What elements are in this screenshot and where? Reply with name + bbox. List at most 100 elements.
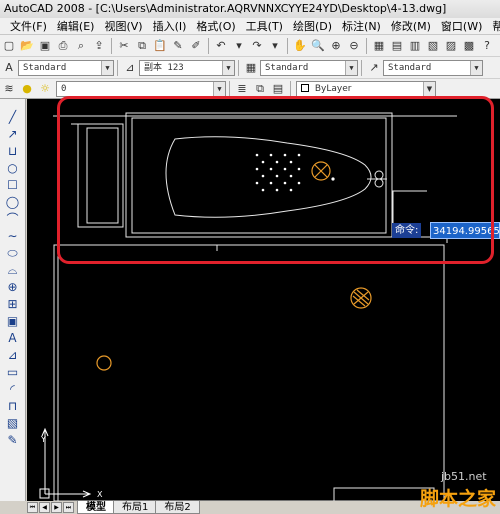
menu-format[interactable]: 格式(O) [191,18,240,34]
save-icon[interactable]: ▣ [37,38,53,54]
drawing-canvas[interactable]: Y X [27,99,500,501]
layer-value: 0 [61,83,67,94]
revision-cloud-icon[interactable]: ◜ [4,381,22,398]
properties-icon[interactable]: ▦ [371,38,387,54]
layer-select[interactable]: 0 ▼ [56,80,226,97]
cut-icon[interactable]: ✂ [116,38,132,54]
make-current-layer-icon[interactable]: ≣ [234,81,250,97]
tab-first-icon[interactable]: ⏮ [27,502,38,513]
dim-style-select[interactable]: 副本 123 ▼ [139,59,235,76]
gradient-icon[interactable]: ▧ [4,415,22,432]
menu-modify[interactable]: 修改(M) [386,18,436,34]
menu-tools[interactable]: 工具(T) [241,18,288,34]
toolbar-separator [208,37,209,54]
tab-prev-icon[interactable]: ◀ [39,502,50,513]
tool-palettes-icon[interactable]: ▥ [407,38,423,54]
table-style-value: Standard [265,62,309,73]
tab-last-icon[interactable]: ⏭ [63,502,74,513]
polygon-icon[interactable]: ○ [4,160,22,177]
zoom-window-icon[interactable]: ⊕ [328,38,344,54]
insert-block-icon[interactable]: ⊕ [4,279,22,296]
menu-window[interactable]: 窗口(W) [436,18,487,34]
menu-draw[interactable]: 绘图(D) [288,18,337,34]
menu-insert[interactable]: 插入(I) [148,18,192,34]
dynamic-input-field[interactable]: 34194.99565 [430,222,500,239]
calculator-icon[interactable]: ▩ [461,38,477,54]
print-preview-icon[interactable]: ⌕ [73,38,89,54]
layer-state-icon[interactable]: ▤ [270,81,286,97]
table-icon[interactable]: ⊓ [4,398,22,415]
paste-icon[interactable]: 📋 [152,38,168,54]
menu-dimension[interactable]: 标注(N) [337,18,386,34]
undo-dropdown-icon[interactable]: ▾ [231,38,247,54]
tab-next-icon[interactable]: ▶ [51,502,62,513]
new-file-icon[interactable]: ▢ [1,38,17,54]
rectangle-icon[interactable]: ☐ [4,177,22,194]
multileader-style-select[interactable]: Standard ▼ [383,59,483,76]
menu-file[interactable]: 文件(F) [5,18,52,34]
make-block-icon[interactable]: ⊞ [4,296,22,313]
pan-icon[interactable]: ✋ [292,38,308,54]
table-style-icon[interactable]: ▦ [243,60,259,76]
sheet-set-icon[interactable]: ▧ [425,38,441,54]
line-icon[interactable]: ╱ [4,109,22,126]
zoom-realtime-icon[interactable]: 🔍 [310,38,326,54]
help-icon[interactable]: ? [479,38,495,54]
toolbar-separator [111,37,112,54]
chevron-down-icon: ▼ [423,81,435,96]
menu-help[interactable]: 帮助 [487,18,500,34]
toolbar-separator [287,37,288,54]
menu-edit[interactable]: 编辑(E) [52,18,100,34]
lightbulb-icon[interactable]: ● [19,81,35,97]
redo-dropdown-icon[interactable]: ▾ [267,38,283,54]
menu-view[interactable]: 视图(V) [99,18,147,34]
drawing-svg: Y X [39,112,457,501]
tab-layout2[interactable]: 布局2 [155,501,200,514]
region-icon[interactable]: ▭ [4,364,22,381]
layers-toolbar: ≋ ● ☼ 0 ▼ ≣ ⧉ ▤ ByLayer ▼ [0,79,500,99]
design-center-icon[interactable]: ▤ [389,38,405,54]
edit-icon[interactable]: ✎ [4,432,22,449]
chevron-down-icon: ▼ [101,60,113,75]
zoom-previous-icon[interactable]: ⊖ [346,38,362,54]
hatch-icon[interactable]: ⊿ [4,347,22,364]
tab-layout1[interactable]: 布局1 [113,501,158,514]
multileader-style-icon[interactable]: ↗ [366,60,382,76]
dim-style-icon[interactable]: ⊿ [122,60,138,76]
block-editor-icon[interactable]: ✐ [188,38,204,54]
copy-icon[interactable]: ⧉ [134,38,150,54]
layer-previous-icon[interactable]: ⧉ [252,81,268,97]
markup-icon[interactable]: ▨ [443,38,459,54]
point-icon[interactable]: ▣ [4,313,22,330]
towel-rack-inner [86,127,119,224]
multiline-text-icon[interactable]: A [4,330,22,347]
draw-toolbar: ╱ ↗ ⊔ ○ ☐ ◯ ⌒ ∼ ⬭ ⌓ ⊕ ⊞ ▣ A ⊿ ▭ ◜ ⊓ ▧ ✎ [0,99,26,501]
fixture-circle [96,355,112,371]
arc-icon[interactable]: ⌒ [4,211,22,228]
faucet-knob-left [374,170,384,180]
ucs-x-label: X [97,490,103,499]
open-file-icon[interactable]: 📂 [19,38,35,54]
circle-icon[interactable]: ◯ [4,194,22,211]
tab-model[interactable]: 模型 [77,501,115,514]
layer-manager-icon[interactable]: ≋ [1,81,17,97]
spline-icon[interactable]: ∼ [4,228,22,245]
construction-line-icon[interactable]: ↗ [4,126,22,143]
table-style-select[interactable]: Standard ▼ [260,59,358,76]
color-value: ByLayer [314,83,352,94]
text-style-icon[interactable]: A [1,60,17,76]
polyline-icon[interactable]: ⊔ [4,143,22,160]
text-style-select[interactable]: Standard ▼ [18,59,114,76]
publish-icon[interactable]: ⇪ [91,38,107,54]
chevron-down-icon: ▼ [345,60,357,75]
undo-icon[interactable]: ↶ [213,38,229,54]
chevron-down-icon: ▼ [222,60,234,75]
ellipse-arc-icon[interactable]: ⌓ [4,262,22,279]
sun-icon[interactable]: ☼ [37,81,53,97]
match-properties-icon[interactable]: ✎ [170,38,186,54]
color-select[interactable]: ByLayer ▼ [296,80,436,97]
color-swatch-icon [301,84,309,92]
print-icon[interactable]: ⎙ [55,38,71,54]
redo-icon[interactable]: ↷ [249,38,265,54]
ellipse-icon[interactable]: ⬭ [4,245,22,262]
